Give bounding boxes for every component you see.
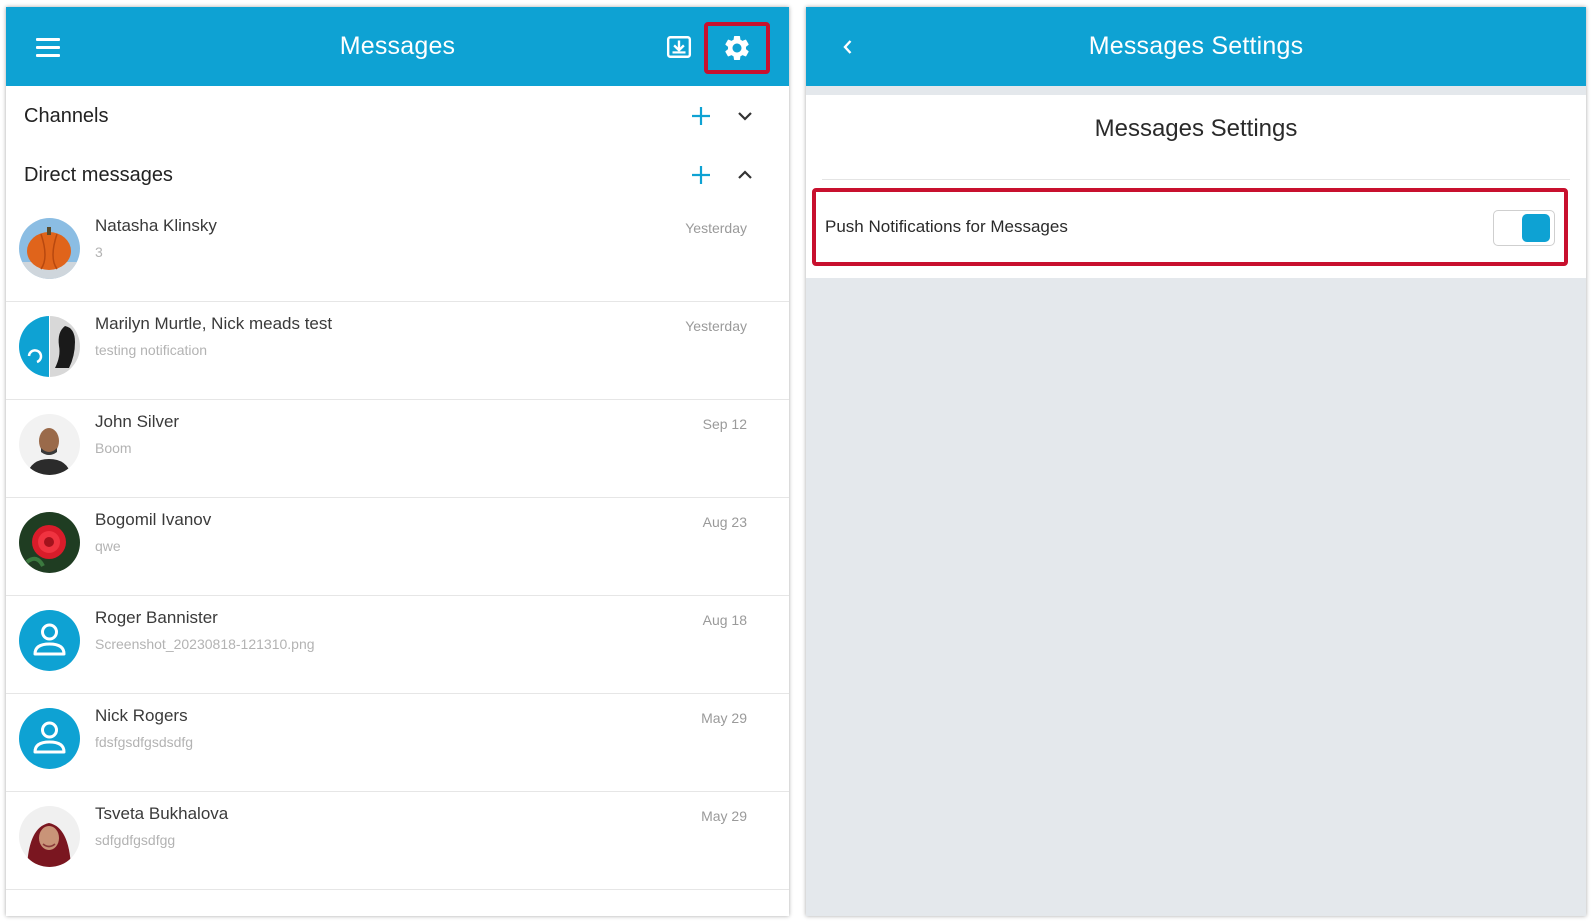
conversation-name: Bogomil Ivanov xyxy=(95,510,212,529)
messages-app-bar: Messages xyxy=(6,7,789,86)
conversation-row[interactable]: Marilyn Murtle, Nick meads test testing … xyxy=(6,302,789,400)
plus-icon xyxy=(692,107,710,125)
conversation-preview: testing notification xyxy=(95,342,208,358)
chevron-down-icon xyxy=(738,112,752,121)
direct-messages-collapse-button[interactable] xyxy=(730,160,760,190)
default-user-icon xyxy=(19,708,80,769)
person-photo-icon xyxy=(19,414,80,475)
plus-icon xyxy=(692,166,710,184)
avatar xyxy=(19,512,80,573)
avatar xyxy=(19,610,80,671)
default-user-icon xyxy=(19,610,80,671)
conversation-row[interactable]: Tsveta Bukhalova sdfgdfgsdfgg May 29 xyxy=(6,792,789,890)
push-notifications-toggle[interactable] xyxy=(1493,210,1555,246)
download-button[interactable] xyxy=(661,29,697,65)
conversation-preview: Screenshot_20230818-121310.png xyxy=(95,636,315,652)
pumpkin-photo-icon xyxy=(19,218,80,279)
conversation-preview: qwe xyxy=(95,538,121,554)
channels-expand-button[interactable] xyxy=(730,101,760,131)
conversation-date: Yesterday xyxy=(685,220,747,236)
add-channel-button[interactable] xyxy=(686,101,716,131)
conversation-preview: Boom xyxy=(95,440,132,456)
conversation-name: Roger Bannister xyxy=(95,608,218,627)
conversation-date: Aug 18 xyxy=(702,612,747,628)
conversation-name: Marilyn Murtle, Nick meads test xyxy=(95,314,333,333)
group-photo-icon xyxy=(19,316,80,377)
channels-section-header[interactable]: Channels xyxy=(6,91,789,141)
conversation-list: Natasha Klinsky 3 Yesterday Marilyn Murt… xyxy=(6,204,789,890)
flower-photo-icon xyxy=(19,512,80,573)
push-notifications-setting: Push Notifications for Messages xyxy=(812,188,1568,266)
conversation-date: May 29 xyxy=(701,710,747,726)
conversation-name: Nick Rogers xyxy=(95,706,188,725)
settings-app-bar: Messages Settings xyxy=(806,7,1586,86)
avatar xyxy=(19,218,80,279)
page-title: Messages Settings xyxy=(1088,32,1304,60)
messages-settings-panel: Messages Settings Messages Settings Push… xyxy=(806,7,1586,916)
person-photo-icon xyxy=(19,806,80,867)
conversation-date: Yesterday xyxy=(685,318,747,334)
direct-messages-section-header[interactable]: Direct messages xyxy=(6,150,789,200)
add-direct-message-button[interactable] xyxy=(686,160,716,190)
settings-heading: Messages Settings xyxy=(1094,115,1298,142)
toggle-knob xyxy=(1522,214,1550,242)
conversation-date: Sep 12 xyxy=(702,416,747,432)
divider xyxy=(822,179,1570,180)
conversation-row[interactable]: Nick Rogers fdsfgsdfgsdsdfg May 29 xyxy=(6,694,789,792)
messages-panel: Messages Channels Direct messages Natash… xyxy=(6,7,789,916)
avatar xyxy=(19,708,80,769)
direct-messages-label: Direct messages xyxy=(24,164,173,186)
conversation-row[interactable]: Bogomil Ivanov qwe Aug 23 xyxy=(6,498,789,596)
conversation-row[interactable]: John Silver Boom Sep 12 xyxy=(6,400,789,498)
gear-icon xyxy=(725,35,749,60)
download-icon xyxy=(666,36,692,58)
conversation-row[interactable]: Roger Bannister Screenshot_20230818-1213… xyxy=(6,596,789,694)
conversation-preview: fdsfgsdfgsdsdfg xyxy=(95,734,194,750)
conversation-name: John Silver xyxy=(95,412,180,431)
avatar xyxy=(19,414,80,475)
conversation-row[interactable]: Natasha Klinsky 3 Yesterday xyxy=(6,204,789,302)
channels-label: Channels xyxy=(24,105,109,127)
conversation-date: Aug 23 xyxy=(702,514,747,530)
avatar xyxy=(19,806,80,867)
conversation-date: May 29 xyxy=(701,808,747,824)
settings-button[interactable] xyxy=(704,22,770,74)
push-notifications-label: Push Notifications for Messages xyxy=(825,217,1068,236)
conversation-preview: 3 xyxy=(95,244,103,260)
conversation-name: Natasha Klinsky xyxy=(95,216,217,235)
conversation-preview: sdfgdfgsdfgg xyxy=(95,832,176,848)
conversation-name: Tsveta Bukhalova xyxy=(95,804,229,823)
chevron-up-icon xyxy=(738,170,752,179)
avatar xyxy=(19,316,80,377)
